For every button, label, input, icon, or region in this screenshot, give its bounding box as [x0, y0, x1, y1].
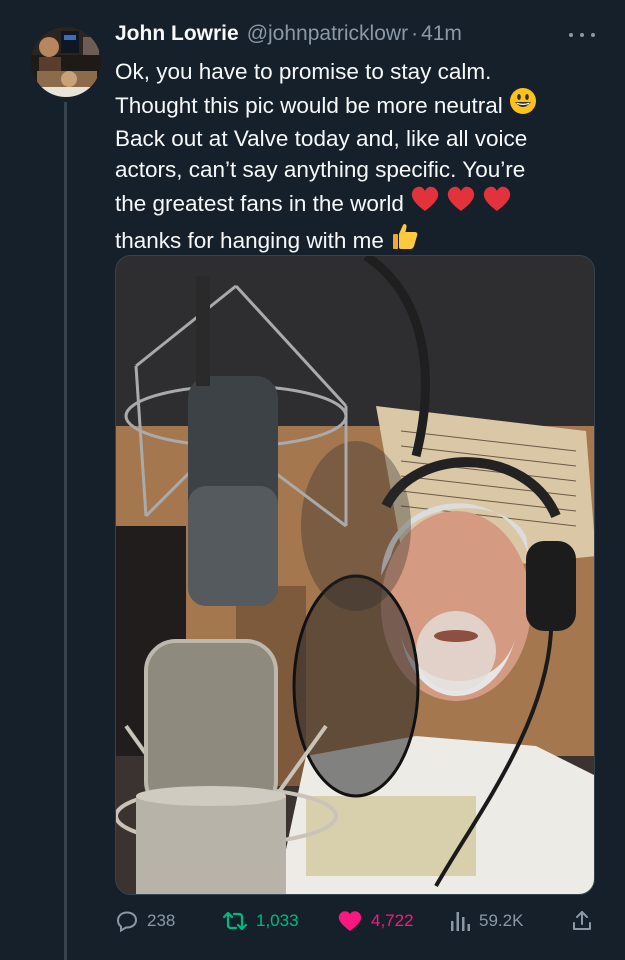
- like-icon: [338, 911, 362, 931]
- reply-count: 238: [147, 911, 176, 930]
- tweet-text: Ok, you have to promise to stay calm. Th…: [115, 56, 605, 259]
- views-icon: [451, 912, 470, 931]
- tweet-line-1: Ok, you have to promise to stay calm.: [115, 59, 492, 84]
- share-icon: [573, 911, 591, 930]
- tweet-header: John Lowrie @johnpatricklowr · 41m: [115, 22, 595, 54]
- like-count: 4,722: [371, 911, 414, 930]
- action-bar: 238 1,033 4,722 59.2K: [115, 905, 595, 937]
- reply-button[interactable]: 238: [115, 905, 175, 937]
- timestamp[interactable]: 41m: [421, 22, 462, 46]
- tweet-line-5: the greatest fans in the world: [115, 190, 404, 216]
- tweet-line-6: thanks for hanging with me: [115, 227, 384, 253]
- red-heart-icon: [482, 185, 512, 221]
- separator-dot: ·: [411, 22, 419, 45]
- red-heart-icon: [446, 185, 476, 221]
- author-handle[interactable]: @johnpatricklowr: [247, 22, 408, 46]
- avatar[interactable]: [31, 27, 101, 97]
- tweet-line-2: Thought this pic would be more neutral: [115, 92, 503, 118]
- retweet-count: 1,033: [256, 911, 299, 930]
- thumbs-up-icon: [390, 221, 420, 259]
- share-button[interactable]: [570, 905, 602, 937]
- grinning-face-emoji-icon: [509, 87, 537, 123]
- red-heart-icon: [410, 185, 440, 221]
- tweet-line-4: actors, can’t say anything specific. You…: [115, 157, 526, 182]
- tweet-photo[interactable]: [115, 255, 595, 895]
- retweet-button[interactable]: 1,033: [222, 905, 299, 937]
- tweet: John Lowrie @johnpatricklowr · 41m Ok, y…: [0, 0, 625, 960]
- views-button[interactable]: 59.2K: [449, 905, 523, 937]
- studio-photo: [116, 256, 594, 894]
- views-count: 59.2K: [479, 911, 524, 930]
- like-button[interactable]: 4,722: [337, 905, 414, 937]
- more-icon[interactable]: [569, 30, 595, 40]
- thread-line: [64, 102, 67, 960]
- reply-icon: [116, 911, 138, 933]
- retweet-icon: [222, 911, 248, 931]
- author-name[interactable]: John Lowrie: [115, 22, 239, 46]
- tweet-line-3: Back out at Valve today and, like all vo…: [115, 126, 528, 151]
